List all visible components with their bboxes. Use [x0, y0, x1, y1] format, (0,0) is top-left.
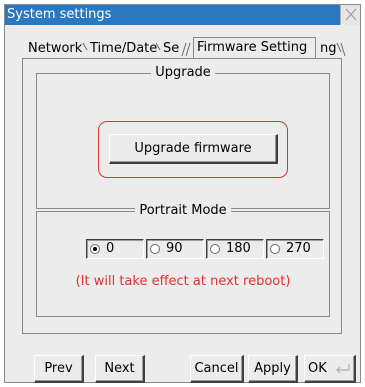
upgrade-firmware-button[interactable]: Upgrade firmware	[109, 134, 278, 164]
radio-unchecked-icon	[270, 244, 280, 254]
ok-button[interactable]: OK	[304, 355, 356, 383]
upgrade-title: Upgrade	[151, 65, 215, 80]
portrait-option-270[interactable]: 270	[266, 239, 324, 259]
tab-se[interactable]: Se	[161, 40, 191, 59]
tab-ng[interactable]: ng	[318, 40, 346, 59]
portrait-mode-group: Portrait Mode 0 90 180 270 (It will take…	[36, 203, 330, 317]
ok-label: OK	[308, 361, 327, 376]
reboot-note: (It will take effect at next reboot)	[75, 274, 291, 289]
radio-unchecked-icon	[210, 244, 220, 254]
tab-label: Network	[28, 41, 83, 56]
prev-button[interactable]: Prev	[34, 355, 84, 383]
firmware-setting-panel: Upgrade Upgrade firmware Portrait Mode 0…	[22, 58, 342, 334]
apply-button[interactable]: Apply	[248, 355, 298, 383]
next-button[interactable]: Next	[95, 355, 145, 383]
enter-arrow-icon	[336, 364, 350, 374]
portrait-option-180[interactable]: 180	[206, 239, 264, 259]
tab-bar: Network Time/Date Se Firmware Setting ng	[26, 37, 346, 59]
upgrade-group: Upgrade Upgrade firmware	[36, 65, 330, 209]
tab-network[interactable]: Network	[26, 40, 88, 59]
tab-separator	[336, 42, 346, 57]
system-settings-window: System settings Network Time/Date Se Fir…	[4, 4, 361, 383]
tab-firmware-setting[interactable]: Firmware Setting	[193, 37, 316, 59]
portrait-option-90[interactable]: 90	[146, 239, 204, 259]
radio-unchecked-icon	[150, 244, 160, 254]
close-icon	[345, 8, 357, 21]
portrait-group-title: Portrait Mode	[37, 203, 329, 219]
close-button[interactable]	[340, 5, 360, 25]
cancel-button[interactable]: Cancel	[190, 355, 244, 383]
title-bar: System settings	[5, 5, 360, 25]
tab-time-date[interactable]: Time/Date	[88, 40, 161, 59]
window-title: System settings	[7, 7, 112, 22]
tab-label: Se	[163, 41, 180, 56]
tab-label: ng	[320, 41, 337, 56]
radio-checked-icon	[90, 244, 100, 254]
radio-label: 0	[106, 241, 115, 256]
upgrade-group-title: Upgrade	[37, 65, 329, 81]
radio-label: 180	[226, 241, 251, 256]
tab-label: Firmware Setting	[197, 40, 308, 55]
portrait-title: Portrait Mode	[135, 203, 231, 218]
radio-label: 270	[286, 241, 311, 256]
radio-label: 90	[166, 241, 183, 256]
tab-separator	[181, 42, 191, 57]
tab-label: Time/Date	[90, 41, 158, 56]
portrait-option-0[interactable]: 0	[86, 239, 144, 259]
